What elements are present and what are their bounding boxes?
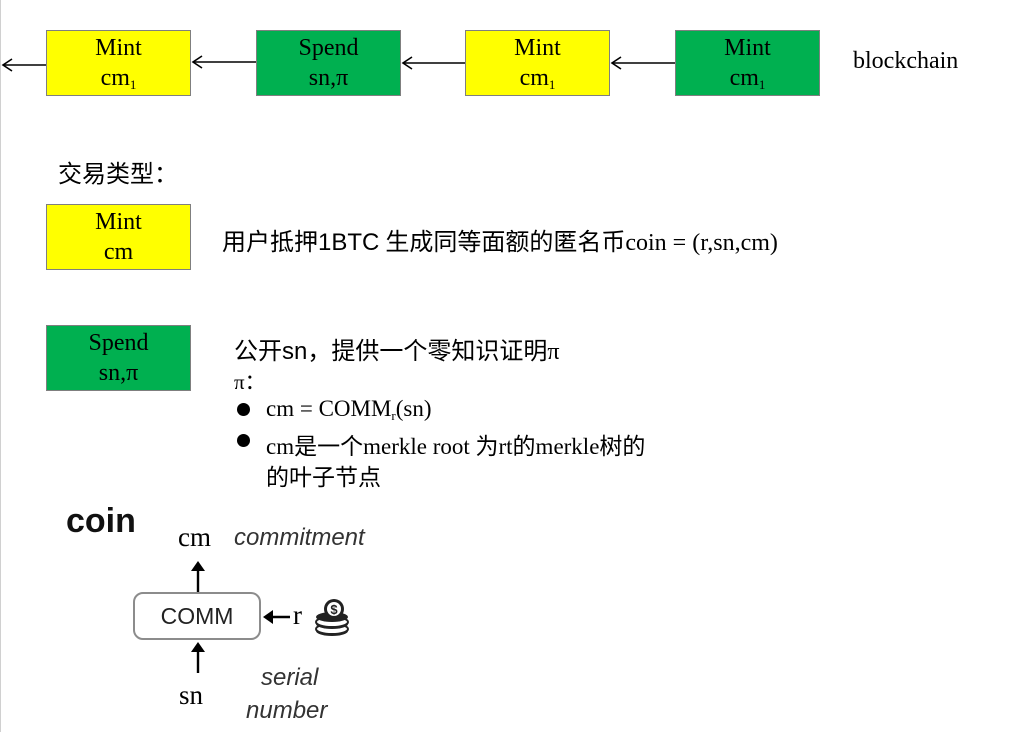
mint-description: 用户抵押1BTC 生成同等面额的匿名币coin = (r,sn,cm)	[222, 229, 778, 256]
cm-label: cm	[178, 522, 211, 552]
block-title: Mint	[95, 35, 142, 61]
chain-arrow-3	[610, 56, 675, 70]
spend-description: 公开sn，提供一个零知识证明π	[234, 338, 560, 365]
chain-arrow-0	[1, 58, 47, 72]
serial-label: serial	[261, 664, 319, 691]
comm-function-box: COMM	[133, 592, 261, 640]
block-commitment: cm1	[100, 65, 137, 92]
bullet-icon	[237, 403, 250, 416]
block-title: Mint	[95, 209, 142, 235]
block-commitment: cm1	[729, 65, 766, 92]
sn-label: sn	[179, 680, 204, 710]
block-serial-proof: sn,π	[98, 360, 139, 386]
chain-block-spend: Spend sn,π	[256, 30, 401, 96]
chain-arrow-2	[401, 56, 466, 70]
chain-block-mint-3: Mint cm1	[675, 30, 820, 96]
bullet-icon	[237, 434, 250, 447]
bullet-commitment: cm = COMMr(sn)	[266, 396, 432, 423]
bullet-merkle-line1: cm是一个merkle root 为rt的merkle树的	[266, 434, 646, 459]
slide-left-edge	[0, 0, 1, 732]
r-label: r	[293, 600, 302, 630]
type-mint-box: Mint cm	[46, 204, 191, 270]
coin-title: coin	[66, 502, 136, 540]
arrow-left-from-r-icon	[263, 610, 290, 624]
block-title: Mint	[724, 35, 771, 61]
svg-text:$: $	[330, 602, 338, 617]
chain-block-mint-2: Mint cm1	[465, 30, 610, 96]
commitment-label: commitment	[234, 524, 365, 551]
bullet-merkle-line2: 的叶子节点	[266, 465, 381, 490]
types-heading: 交易类型：	[58, 162, 178, 188]
chain-block-mint-1: Mint cm1	[46, 30, 191, 96]
coin-stack-icon: $	[315, 599, 349, 636]
block-title: Spend	[88, 330, 149, 356]
block-title: Spend	[298, 35, 359, 61]
block-title: Mint	[514, 35, 561, 61]
type-spend-box: Spend sn,π	[46, 325, 191, 391]
number-label: number	[246, 697, 328, 724]
arrow-up-to-cm-icon	[191, 561, 205, 592]
block-commitment: cm	[103, 239, 134, 265]
pi-label: π：	[234, 370, 266, 394]
chain-arrow-1	[191, 55, 256, 69]
block-commitment: cm1	[519, 65, 556, 92]
arrow-up-from-sn-icon	[191, 642, 205, 673]
block-serial-proof: sn,π	[308, 65, 349, 91]
blockchain-label: blockchain	[853, 48, 959, 74]
